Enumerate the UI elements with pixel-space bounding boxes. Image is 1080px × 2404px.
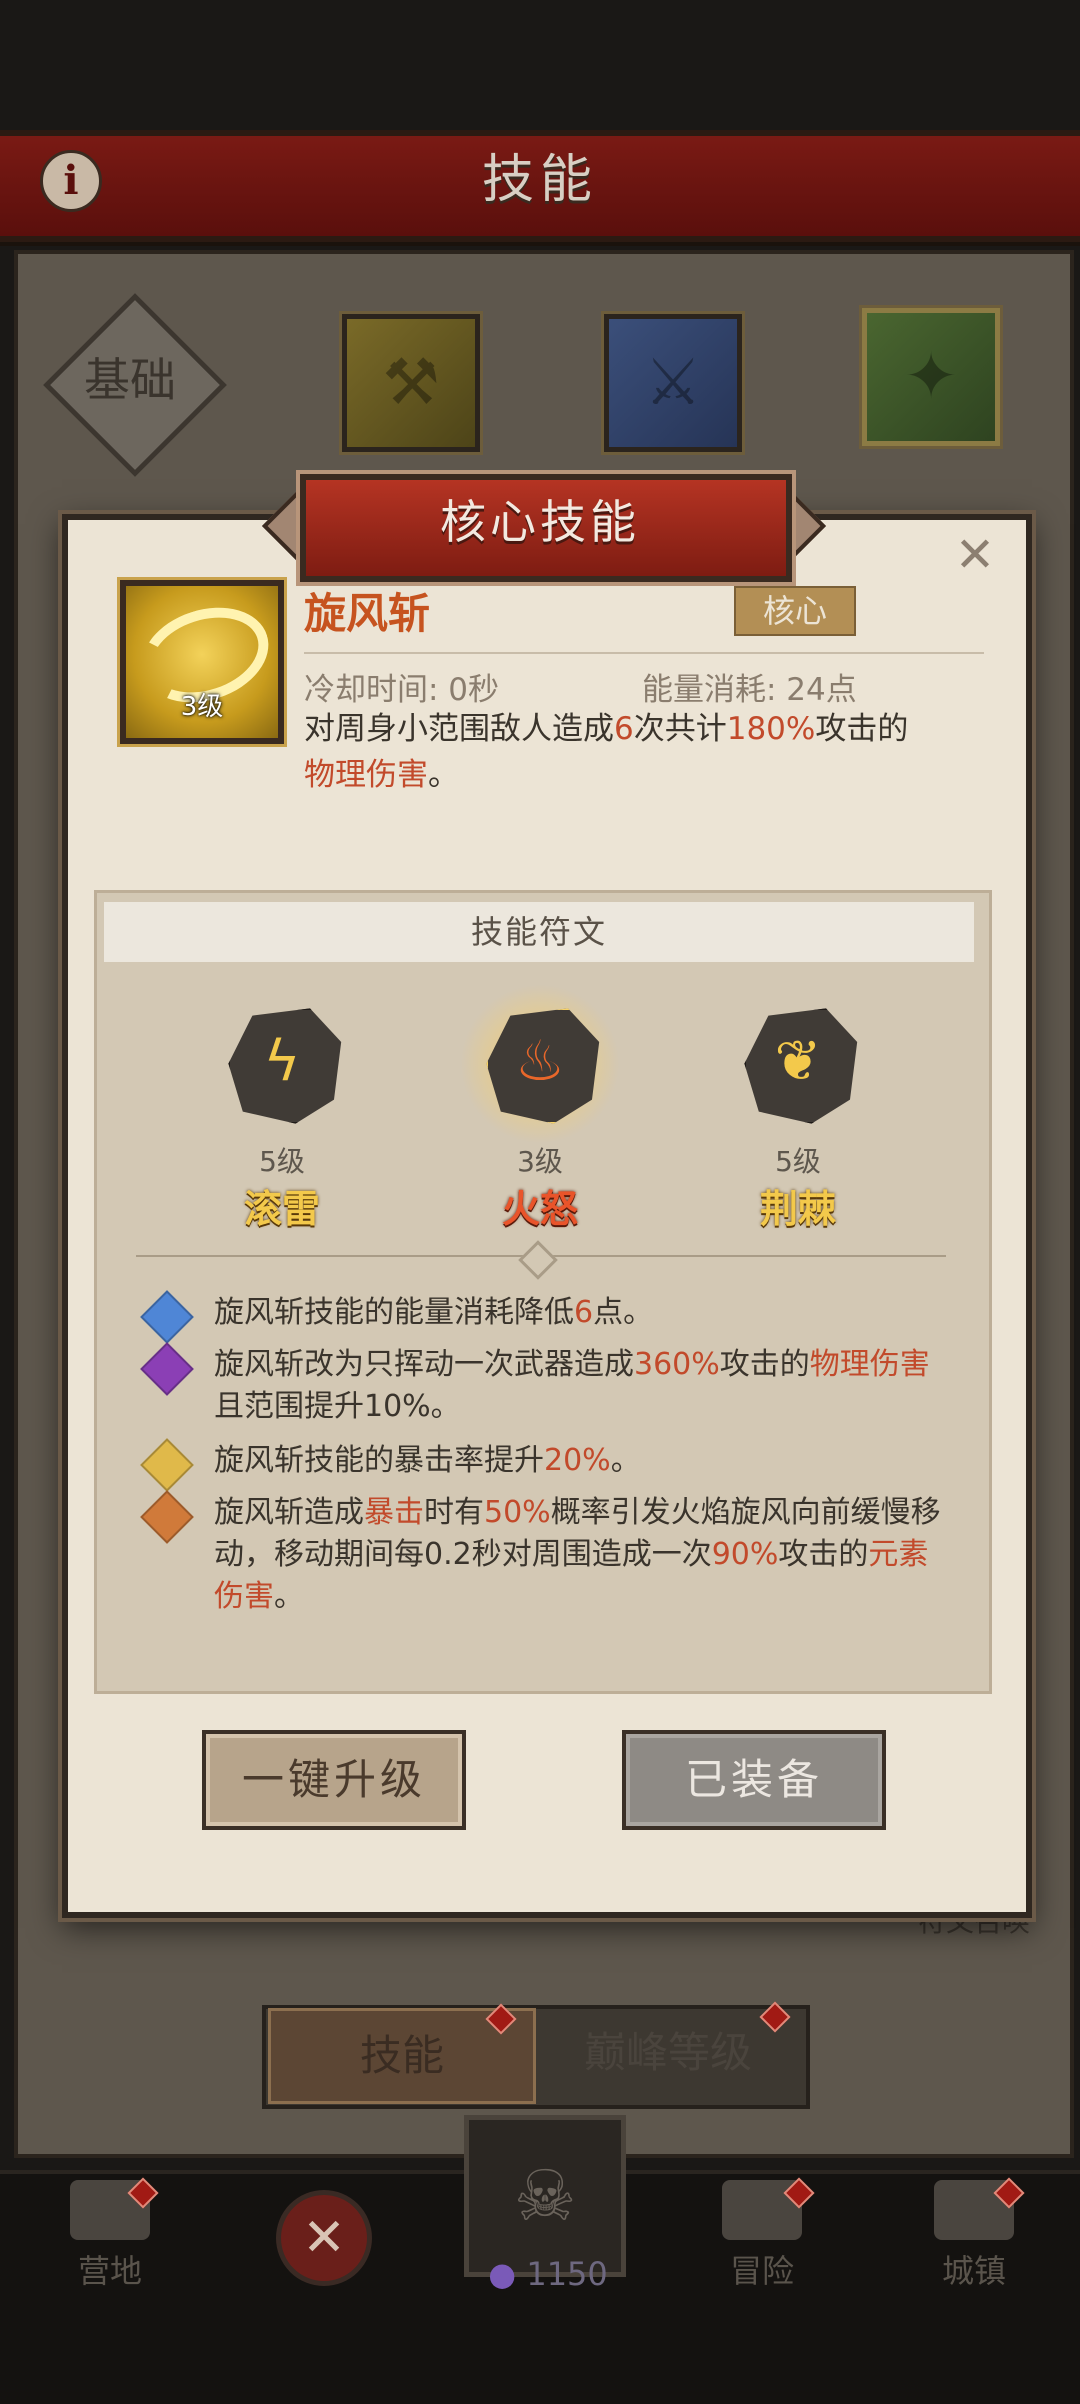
tab-peak-level[interactable]: 巅峰等级 — [540, 2008, 796, 2098]
axe-icon[interactable]: ⚒ — [342, 314, 480, 452]
desc-text: 对周身小范围敌人造成 — [304, 711, 614, 747]
effect-text-part: 时有 — [424, 1495, 484, 1530]
effect-text-part: 旋风斩改为只挥动一次武器造成 — [214, 1347, 634, 1382]
skill-level: 3级 — [180, 692, 224, 722]
desc-text: 。 — [428, 757, 459, 793]
nav-town[interactable]: 城镇 — [894, 2180, 1054, 2292]
effect-text-part: 点。 — [593, 1295, 654, 1330]
effect-text: 旋风斩技能的暴击率提升20%。 — [214, 1440, 944, 1482]
effect-text-part: 。 — [610, 1443, 641, 1478]
modal-title: 核心技能 — [440, 495, 640, 549]
hammer-icon[interactable]: ⚔ — [604, 314, 742, 452]
rune-item[interactable]: ϟ — [222, 1002, 342, 1124]
thorn-icon: ❦ — [774, 1029, 822, 1094]
desc-text: 攻击的 — [815, 711, 909, 747]
effect-highlight: 物理伤害 — [809, 1347, 930, 1382]
skill-name: 旋风斩 — [304, 589, 431, 638]
gem-icon: ● — [488, 2255, 517, 2293]
rune-item-selected[interactable]: ♨ — [480, 1002, 600, 1124]
flame-icon: ♨ — [514, 1029, 566, 1094]
currency-count-value: 1150 — [526, 2255, 608, 2293]
claw-icon[interactable]: ✦ — [862, 308, 1000, 446]
rune-name: 滚雷 — [243, 1187, 320, 1231]
desc-highlight: 6 — [614, 711, 634, 747]
one-click-upgrade-button[interactable]: 一键升级 — [202, 1730, 466, 1830]
info-icon[interactable]: i — [40, 150, 102, 212]
rune-section-title: 技能符文 — [104, 902, 974, 962]
effect-highlight: 暴击 — [364, 1495, 424, 1530]
tab-basic[interactable]: 基础 — [60, 345, 200, 415]
nav-camp-label: 营地 — [77, 2252, 142, 2290]
rune-name: 荆棘 — [759, 1187, 836, 1231]
core-tag: 核心 — [734, 586, 856, 636]
effect-text: 旋风斩造成暴击时有50%概率引发火焰旋风向前缓慢移动，移动期间每0.2秒对周围造… — [214, 1492, 944, 1618]
skull-portal-icon[interactable]: ☠ — [464, 2115, 626, 2277]
equipped-button[interactable]: 已装备 — [622, 1730, 886, 1830]
desc-damage-type: 物理伤害 — [304, 757, 428, 793]
effect-text-part: 攻击的 — [719, 1347, 810, 1382]
lightning-icon: ϟ — [263, 1029, 301, 1094]
effect-highlight: 6 — [574, 1295, 594, 1330]
rune-level: 3级 — [517, 1145, 563, 1178]
effect-text-part: 。 — [274, 1579, 304, 1614]
desc-highlight: 180% — [726, 711, 816, 747]
effect-highlight: 50% — [484, 1495, 551, 1530]
energy-cost-stat: 能量消耗: 24点 — [642, 672, 857, 708]
effect-highlight: 20% — [544, 1443, 611, 1478]
nav-town-label: 城镇 — [941, 2252, 1006, 2290]
nav-adventure-label: 冒险 — [729, 2252, 794, 2290]
effect-text-part: 旋风斩造成 — [214, 1495, 364, 1530]
close-icon[interactable]: ✕ — [950, 530, 1000, 580]
effect-text: 旋风斩改为只挥动一次武器造成360%攻击的物理伤害且范围提升10%。 — [214, 1344, 944, 1428]
page-title: 技能 — [481, 150, 598, 210]
rune-name: 火怒 — [501, 1187, 578, 1231]
rune-level: 5级 — [259, 1145, 305, 1178]
effect-text-part: 攻击的 — [778, 1537, 869, 1572]
effect-text-part: 且范围提升10%。 — [214, 1389, 461, 1424]
rune-level: 5级 — [775, 1145, 821, 1178]
effect-text-part: 旋风斩技能的能量消耗降低 — [214, 1295, 574, 1330]
currency-count: ● 1150 — [478, 2255, 618, 2293]
effect-highlight: 360% — [634, 1347, 720, 1382]
nav-camp[interactable]: 营地 — [30, 2180, 190, 2292]
skill-description: 对周身小范围敌人造成6次共计180%攻击的物理伤害。 — [304, 706, 984, 798]
divider — [304, 652, 984, 654]
desc-text: 次共计 — [633, 711, 727, 747]
close-icon[interactable]: ✕ — [276, 2190, 372, 2286]
rune-item[interactable]: ❦ — [738, 1002, 858, 1124]
cooldown-stat: 冷却时间: 0秒 — [304, 672, 500, 708]
effect-text-part: 旋风斩技能的暴击率提升 — [214, 1443, 544, 1478]
effect-highlight: 90% — [711, 1537, 779, 1572]
effect-text: 旋风斩技能的能量消耗降低6点。 — [214, 1292, 944, 1334]
nav-adventure[interactable]: 冒险 — [682, 2180, 842, 2292]
